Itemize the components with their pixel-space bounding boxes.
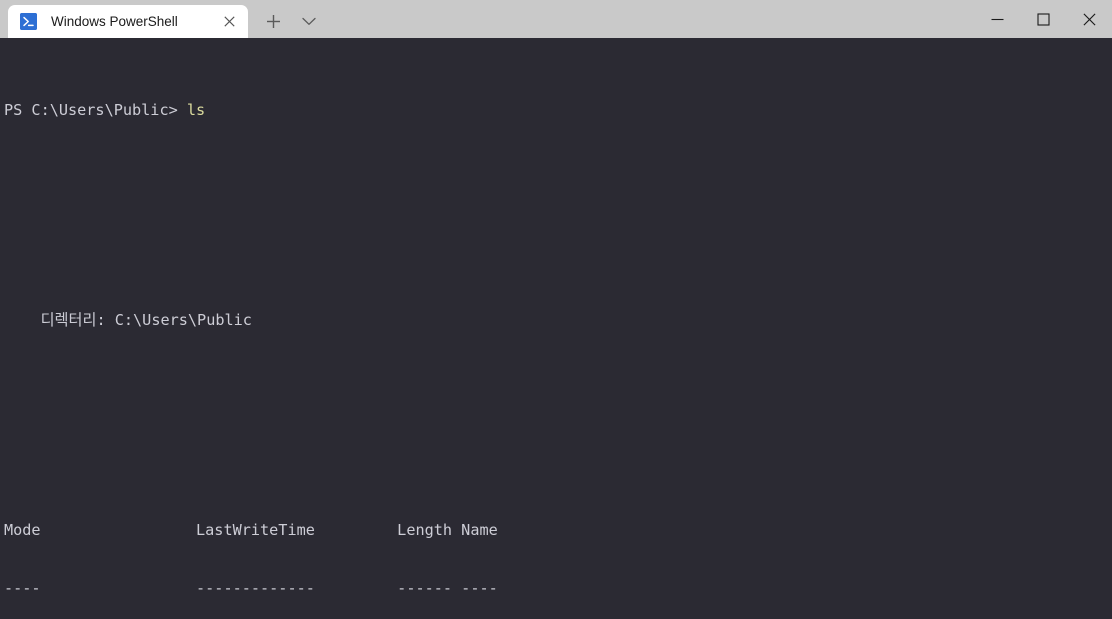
tab-dropdown-chevron-icon[interactable] bbox=[292, 5, 326, 38]
close-button[interactable] bbox=[1066, 0, 1112, 38]
directory-heading: 디렉터리: C:\Users\Public bbox=[4, 311, 252, 330]
minimize-button[interactable] bbox=[974, 0, 1020, 38]
table-header-separator: ---- ------------- ------ ---- bbox=[4, 578, 498, 597]
command-text: ls bbox=[186, 101, 206, 120]
table-header: Mode LastWriteTime Length Name bbox=[4, 521, 498, 540]
prompt-text: PS C:\Users\Public> bbox=[4, 101, 187, 120]
terminal-text: PS C:\Users\Public> ls 디렉터리: C:\Users\Pu… bbox=[4, 44, 1112, 619]
window-controls bbox=[974, 0, 1112, 38]
new-tab-button[interactable] bbox=[256, 5, 290, 38]
prompt-line-executed: PS C:\Users\Public> ls bbox=[4, 101, 1112, 120]
maximize-button[interactable] bbox=[1020, 0, 1066, 38]
tab-strip: Windows PowerShell bbox=[0, 0, 326, 38]
powershell-window: Windows PowerShell PS C:\Users\Public> l… bbox=[0, 0, 1112, 619]
title-bar: Windows PowerShell bbox=[0, 0, 1112, 38]
tab-title: Windows PowerShell bbox=[51, 14, 178, 29]
tab-windows-powershell[interactable]: Windows PowerShell bbox=[8, 5, 248, 38]
terminal-output-area[interactable]: PS C:\Users\Public> ls 디렉터리: C:\Users\Pu… bbox=[0, 38, 1112, 619]
tab-close-icon[interactable] bbox=[216, 9, 242, 35]
powershell-icon bbox=[20, 13, 37, 30]
